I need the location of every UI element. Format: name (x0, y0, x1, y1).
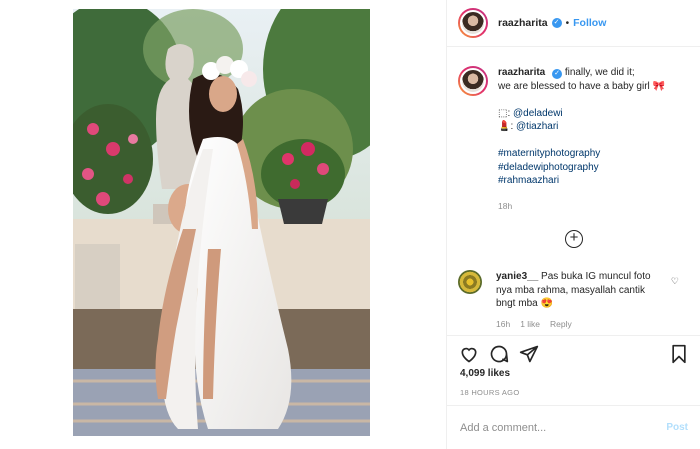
add-comment-input[interactable] (460, 421, 667, 434)
mention-deladewi[interactable]: @deladewi (513, 108, 563, 119)
caption-username[interactable]: raazharita (498, 67, 545, 78)
comment-likes[interactable]: 1 like (520, 319, 540, 329)
comment-text: yanie3__ Pas buka IG muncul foto nya mba… (496, 270, 666, 311)
comment-meta: 16h 1 like Reply (496, 319, 666, 329)
header-username[interactable]: raazharita (498, 17, 548, 29)
heart-icon[interactable] (459, 344, 481, 366)
add-comment-bar: Post (447, 405, 700, 449)
comment-icon[interactable] (489, 344, 511, 366)
comment-age: 16h (496, 318, 511, 329)
comments-area[interactable]: raazharita ✓ finally, we did it; we are … (447, 48, 700, 333)
instagram-post: raazharita ✓ • Follow raazharita ✓ final… (0, 0, 700, 449)
caption-line-2: we are blessed to have a baby girl 🎀 (498, 80, 665, 92)
post-header: raazharita ✓ • Follow (447, 0, 700, 47)
comment-username[interactable]: yanie3__ (496, 271, 538, 282)
post-comment-button[interactable]: Post (666, 422, 688, 433)
share-icon[interactable] (519, 344, 541, 366)
separator-dot: • (565, 17, 570, 29)
maternity-photo-image (73, 9, 370, 436)
follow-button[interactable]: Follow (573, 17, 606, 29)
mention-tiazhari[interactable]: @tiazhari (516, 121, 558, 132)
caption-text: raazharita ✓ finally, we did it; we are … (498, 66, 688, 213)
camera-icon: ⬚: (498, 107, 511, 119)
load-more-comments-button[interactable]: + (565, 230, 583, 248)
avatar[interactable] (458, 8, 488, 38)
post-photo[interactable] (73, 9, 370, 436)
likes-count[interactable]: 4,099 likes (460, 368, 510, 379)
bookmark-icon[interactable] (669, 344, 691, 366)
comment-avatar[interactable] (458, 270, 482, 294)
verified-icon: ✓ (551, 18, 562, 28)
lipstick-icon: 💄: (498, 121, 514, 132)
hashtag-rahmaazhari[interactable]: #rahmaazhari (498, 174, 688, 188)
hashtag-deladewiphotography[interactable]: #deladewiphotography (498, 161, 688, 175)
comment-like-heart-icon[interactable]: ♡ (671, 276, 679, 287)
post-age: 18 HOURS AGO (460, 388, 520, 397)
comment-reply-button[interactable]: Reply (550, 319, 572, 329)
action-bar (447, 335, 700, 365)
verified-icon: ✓ (552, 69, 563, 79)
comment-body: yanie3__ Pas buka IG muncul foto nya mba… (496, 270, 666, 329)
post-sidebar: raazharita ✓ • Follow raazharita ✓ final… (446, 0, 700, 449)
credit-makeup: 💄: @tiazhari (498, 120, 688, 134)
caption-timestamp: 18h (498, 200, 513, 211)
hashtag-maternityphotography[interactable]: #maternityphotography (498, 147, 688, 161)
caption-line-1: finally, we did it; (564, 67, 635, 78)
caption-avatar[interactable] (458, 66, 488, 96)
plus-icon: + (569, 229, 579, 246)
photo-pane (0, 0, 446, 449)
caption: raazharita ✓ finally, we did it; we are … (458, 66, 698, 213)
comment-item: yanie3__ Pas buka IG muncul foto nya mba… (458, 270, 698, 329)
credit-photographer: ⬚: @deladewi (498, 107, 688, 121)
